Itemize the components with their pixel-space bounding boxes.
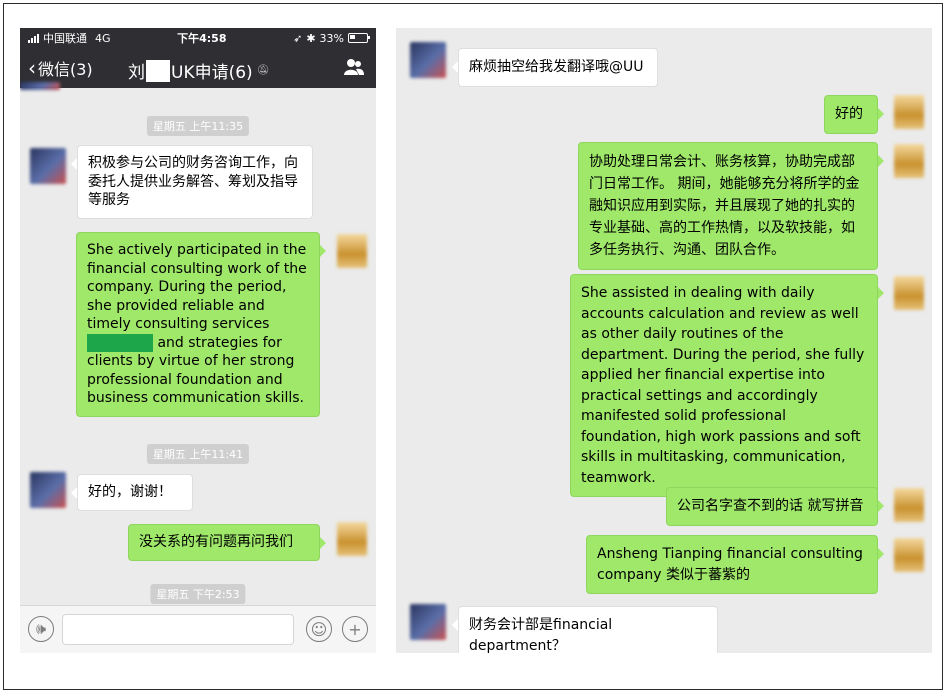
message-bubble-sent[interactable]: 公司名字查不到的话 就写拼音 [666, 487, 884, 526]
message-bubble-sent[interactable]: She assisted in dealing with daily accou… [570, 274, 884, 497]
chat-title-suffix: UK申请(6) [171, 63, 253, 83]
message-bubble-sent[interactable]: 协助处理日常会计、账务核算，协助完成部门日常工作。 期间，她能够充分将所学的金融… [578, 142, 884, 270]
timestamp: 星期五 上午11:35 [146, 116, 250, 136]
self-avatar[interactable] [337, 522, 367, 556]
chat-panel-continued: 麻烦抽空给我发翻译哦@UU 好的 协助处理日常会计、账务核算，协助完成部门日常工… [396, 28, 932, 653]
back-chevron-icon: ‹ [28, 56, 36, 80]
message-list: 星期五 上午11:35 积极参与公司的财务咨询工作，向委托人提供业务解答、筹划及… [20, 82, 376, 606]
signal-icon [28, 33, 39, 43]
back-label: 微信(3) [38, 60, 93, 79]
redaction-mark [87, 333, 153, 352]
redaction-block [146, 59, 170, 82]
battery-icon [347, 33, 370, 43]
voice-icon[interactable]: 🕪︎ [28, 616, 54, 642]
chat-title: 刘 UK申请(6) 🔕︎ [128, 58, 269, 83]
contact-avatar[interactable] [410, 42, 446, 78]
clock-label: 下午4:58 [177, 32, 227, 45]
avatar [20, 82, 60, 90]
chat-nav-bar: ‹ 微信(3) 刘 UK申请(6) 🔕︎ [20, 48, 376, 88]
message-bubble-received[interactable]: 好的，谢谢！ [71, 474, 193, 511]
timestamp: 星期五 上午11:41 [146, 444, 250, 464]
self-avatar[interactable] [894, 488, 924, 522]
network-label: 4G [95, 31, 111, 45]
bluetooth-icon: ✱ [306, 31, 316, 45]
plus-icon[interactable]: + [342, 616, 368, 642]
message-bubble-sent[interactable]: 没关系的有问题再问我们 [128, 524, 326, 561]
message-bubble-received[interactable]: 财务会计部是financial department？ [452, 606, 718, 653]
self-avatar[interactable] [894, 276, 924, 310]
message-bubble-received[interactable]: 积极参与公司的财务咨询工作，向委托人提供业务解答、筹划及指导等服务 [71, 145, 313, 219]
message-bubble-sent[interactable]: Ansheng Tianping financial consulting co… [586, 535, 884, 594]
message-text: She actively participated in the financi… [87, 242, 307, 332]
phone-chat-screen: 中国联通 4G 下午4:58 ➶ ✱ 33% ‹ 微信(3) 刘 UK申请(6)… [20, 28, 376, 653]
self-avatar[interactable] [894, 95, 924, 129]
input-bar: 🕪︎ ☺︎ + [20, 605, 376, 653]
self-avatar[interactable] [337, 234, 367, 268]
status-bar: 中国联通 4G 下午4:58 ➶ ✱ 33% [20, 28, 376, 48]
battery-percent-label: 33% [319, 31, 344, 45]
contact-avatar[interactable] [30, 148, 66, 184]
self-avatar[interactable] [894, 538, 924, 572]
chat-title-prefix: 刘 [128, 63, 145, 83]
contacts-icon[interactable] [344, 58, 364, 76]
self-avatar[interactable] [894, 144, 924, 178]
location-arrow-icon: ➶ [293, 31, 303, 45]
carrier-label: 中国联通 [43, 32, 87, 45]
back-button[interactable]: ‹ 微信(3) [28, 56, 93, 80]
timestamp: 星期五 下午2:53 [150, 584, 246, 604]
message-input[interactable] [62, 614, 294, 645]
contact-avatar[interactable] [30, 472, 66, 508]
contact-avatar[interactable] [410, 604, 446, 640]
message-bubble-received[interactable]: 麻烦抽空给我发翻译哦@UU [452, 48, 658, 87]
message-bubble-sent[interactable]: She actively participated in the financi… [76, 232, 326, 417]
mute-icon: 🔕︎ [256, 65, 270, 76]
emoji-icon[interactable]: ☺︎ [306, 616, 332, 642]
message-bubble-sent[interactable]: 好的 [824, 95, 884, 134]
